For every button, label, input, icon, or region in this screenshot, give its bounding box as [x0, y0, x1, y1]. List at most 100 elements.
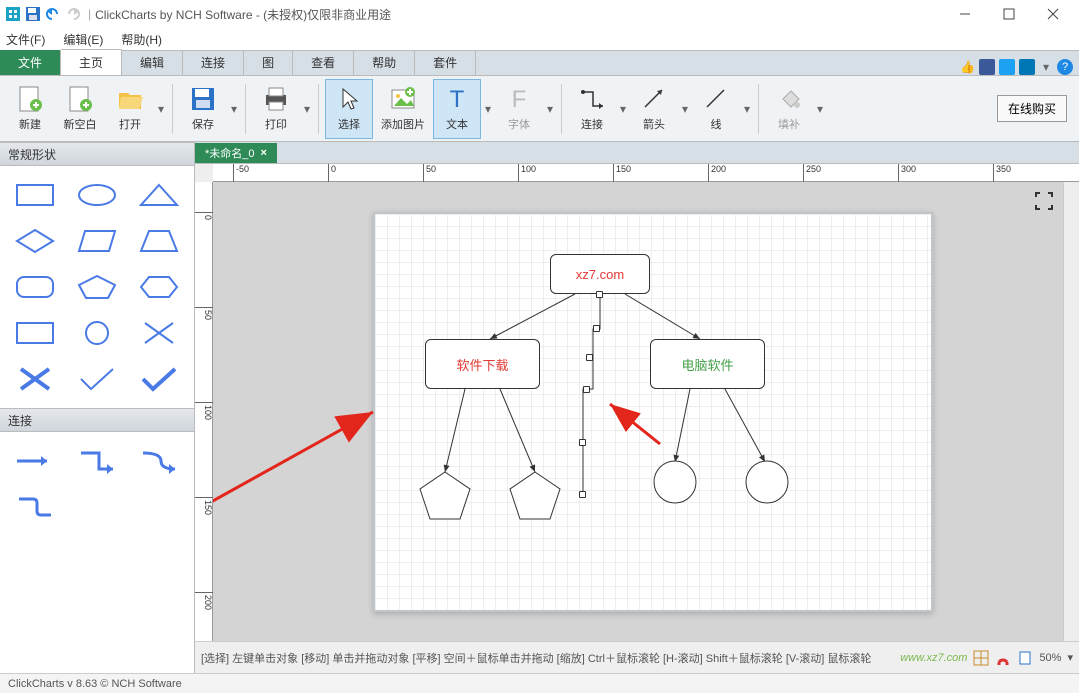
conn-straight[interactable] [8, 442, 62, 480]
arrow-button[interactable]: 箭头 [630, 79, 678, 139]
statusbar: ClickCharts v 8.63 © NCH Software [0, 673, 1079, 693]
shape-rect2[interactable] [8, 314, 62, 352]
conn-curve[interactable] [132, 442, 186, 480]
facebook-icon[interactable] [979, 59, 995, 75]
shape-ellipse[interactable] [70, 176, 124, 214]
menu-edit[interactable]: 编辑(E) [63, 31, 103, 48]
shape-check[interactable] [70, 360, 124, 398]
menu-help[interactable]: 帮助(H) [121, 31, 162, 48]
handle[interactable] [579, 439, 586, 446]
shape-cross[interactable] [132, 314, 186, 352]
shape-x[interactable] [8, 360, 62, 398]
add-image-button[interactable]: 添加图片 [375, 79, 431, 139]
node-right[interactable]: 电脑软件 [650, 339, 765, 389]
new-button[interactable]: 新建 [6, 79, 54, 139]
connect-header[interactable]: 连接 [0, 408, 194, 432]
grid-toggle-icon[interactable] [973, 650, 989, 666]
shape-parallelogram[interactable] [70, 222, 124, 260]
open-dropdown[interactable]: ▾ [156, 79, 166, 139]
tab-suite[interactable]: 套件 [415, 50, 476, 75]
connect-dropdown[interactable]: ▾ [618, 79, 628, 139]
fullscreen-icon[interactable] [1035, 192, 1053, 210]
tab-figure[interactable]: 图 [244, 50, 293, 75]
bucket-icon [774, 84, 804, 114]
help-icon[interactable]: ? [1057, 59, 1073, 75]
doc-close-icon[interactable]: × [261, 147, 267, 159]
undo-icon[interactable] [44, 5, 62, 23]
shapes-header[interactable]: 常规形状 [0, 142, 194, 166]
font-dropdown[interactable]: ▾ [545, 79, 555, 139]
handle[interactable] [596, 291, 603, 298]
doc-tab[interactable]: *未命名_0 × [195, 143, 277, 163]
menu-file[interactable]: 文件(F) [6, 31, 45, 48]
thumb-icon[interactable]: 👍 [960, 60, 975, 74]
text-button[interactable]: T 文本 [433, 79, 481, 139]
titlebar: | ClickCharts by NCH Software - (未授权)仅限非… [0, 0, 1079, 28]
tab-edit[interactable]: 编辑 [122, 50, 183, 75]
dropdown-icon[interactable]: ▾ [1043, 60, 1049, 74]
shapes-grid [0, 166, 194, 408]
select-button[interactable]: 选择 [325, 79, 373, 139]
shape-triangle[interactable] [132, 176, 186, 214]
new-blank-button[interactable]: 新空白 [56, 79, 104, 139]
handle[interactable] [593, 325, 600, 332]
linkedin-icon[interactable] [1019, 59, 1035, 75]
connect-button[interactable]: 连接 [568, 79, 616, 139]
open-button[interactable]: 打开 [106, 79, 154, 139]
fill-button[interactable]: 填补 [765, 79, 813, 139]
maximize-button[interactable] [987, 0, 1031, 28]
connectors-grid [0, 432, 194, 536]
redo-icon[interactable] [64, 5, 82, 23]
buy-button[interactable]: 在线购买 [997, 95, 1067, 122]
watermark-logo: www.xz7.com [900, 652, 967, 664]
image-icon [388, 84, 418, 114]
handle[interactable] [586, 354, 593, 361]
handle[interactable] [583, 386, 590, 393]
line-button[interactable]: 线 [692, 79, 740, 139]
divider: | [88, 7, 91, 21]
line-dropdown[interactable]: ▾ [742, 79, 752, 139]
node-left[interactable]: 软件下载 [425, 339, 540, 389]
shape-roundrect[interactable] [8, 268, 62, 306]
tab-view[interactable]: 查看 [293, 50, 354, 75]
save-button[interactable]: 保存 [179, 79, 227, 139]
minimize-button[interactable] [943, 0, 987, 28]
shape-diamond[interactable] [8, 222, 62, 260]
shape-hexagon[interactable] [132, 268, 186, 306]
conn-elbow[interactable] [70, 442, 124, 480]
shape-check-bold[interactable] [132, 360, 186, 398]
scrollbar-vertical[interactable] [1063, 182, 1079, 641]
shape-trapezoid[interactable] [132, 222, 186, 260]
canvas-scroll[interactable]: xz7.com 软件下载 电脑软件 [213, 182, 1063, 641]
line-icon [701, 84, 731, 114]
snap-icon[interactable] [995, 650, 1011, 666]
zoom-label[interactable]: 50% [1039, 652, 1061, 664]
handle[interactable] [579, 491, 586, 498]
fill-dropdown[interactable]: ▾ [815, 79, 825, 139]
tab-home[interactable]: 主页 [61, 49, 122, 75]
canvas-page[interactable]: xz7.com 软件下载 电脑软件 [373, 212, 933, 612]
save-icon[interactable] [24, 5, 42, 23]
save-dropdown[interactable]: ▾ [229, 79, 239, 139]
close-button[interactable] [1031, 0, 1075, 28]
canvas-area: *未命名_0 × -50 0 50 100 150 200 250 300 35… [195, 142, 1079, 673]
conn-round[interactable] [8, 488, 62, 526]
shape-pentagon[interactable] [70, 268, 124, 306]
shape-circle[interactable] [70, 314, 124, 352]
print-button[interactable]: 打印 [252, 79, 300, 139]
doc-tab-label: *未命名_0 [205, 145, 255, 161]
social-bar: 👍 ▾ ? [960, 59, 1079, 75]
tab-help[interactable]: 帮助 [354, 50, 415, 75]
shape-rect[interactable] [8, 176, 62, 214]
tab-connect[interactable]: 连接 [183, 50, 244, 75]
twitter-icon[interactable] [999, 59, 1015, 75]
font-button[interactable]: F 字体 [495, 79, 543, 139]
tab-file[interactable]: 文件 [0, 50, 61, 75]
text-dropdown[interactable]: ▾ [483, 79, 493, 139]
node-root[interactable]: xz7.com [550, 254, 650, 294]
page-icon[interactable] [1017, 650, 1033, 666]
zoom-dropdown-icon[interactable]: ▾ [1067, 651, 1073, 664]
print-dropdown[interactable]: ▾ [302, 79, 312, 139]
connect-icon [577, 84, 607, 114]
arrow-dropdown[interactable]: ▾ [680, 79, 690, 139]
